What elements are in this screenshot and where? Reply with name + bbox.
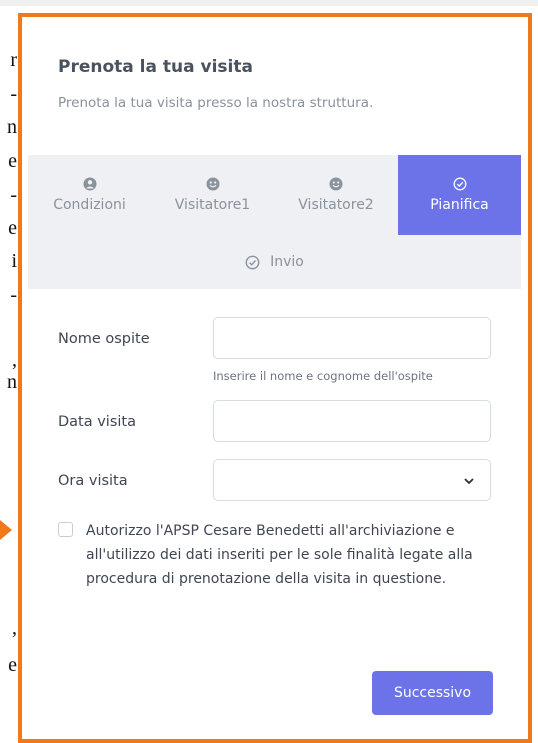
step-condizioni[interactable]: Condizioni: [28, 155, 151, 235]
background-text: i: [11, 250, 17, 272]
guest-name-input[interactable]: [213, 317, 491, 359]
background-text: -: [10, 284, 17, 306]
step-label: Visitatore2: [298, 197, 374, 213]
background-text: ,: [12, 349, 17, 371]
arrow-marker-icon: [0, 520, 12, 540]
wizard-steps: Condizioni Visitatore1 Visitatore2 Piani…: [28, 155, 521, 289]
modal-title: Prenota la tua visita: [58, 57, 253, 77]
background-text: -: [10, 184, 17, 206]
step-label: Visitatore1: [174, 197, 251, 213]
smile-icon: [329, 177, 343, 191]
background-text: r: [10, 49, 17, 71]
next-button[interactable]: Successivo: [372, 671, 493, 715]
background-text: n: [7, 371, 17, 393]
background-strip: [0, 0, 538, 6]
step-invio[interactable]: Invio: [28, 235, 521, 289]
background-text: n: [7, 116, 17, 138]
guest-name-hint: Inserire il nome e cognome dell'ospite: [213, 369, 433, 383]
consent-text: Autorizzo l'APSP Cesare Benedetti all'ar…: [86, 523, 473, 587]
visit-date-label: Data visita: [58, 414, 136, 430]
step-label: Invio: [270, 254, 304, 270]
check-circle-icon: [453, 177, 466, 191]
visit-time-select[interactable]: [213, 459, 491, 501]
background-text: e: [8, 150, 17, 172]
consent-checkbox[interactable]: [58, 522, 73, 537]
visit-time-label: Ora visita: [58, 473, 128, 489]
guest-name-label: Nome ospite: [58, 331, 150, 347]
step-visitatore2[interactable]: Visitatore2: [274, 155, 398, 235]
chevron-down-icon: [464, 478, 474, 485]
step-label: Pianifica: [430, 197, 489, 213]
step-pianifica[interactable]: Pianifica: [398, 155, 521, 235]
background-text: -: [10, 83, 17, 105]
modal-subtitle: Prenota la tua visita presso la nostra s…: [58, 95, 374, 111]
check-circle-icon: [245, 255, 260, 269]
smile-icon: [206, 177, 219, 191]
background-text: e: [8, 654, 17, 676]
visit-date-input[interactable]: [213, 400, 491, 442]
background-text: e: [8, 217, 17, 239]
step-visitatore1[interactable]: Visitatore1: [151, 155, 274, 235]
background-text: ,: [12, 617, 17, 639]
background-page: r - n e - e i - , n , e: [0, 0, 18, 738]
step-label: Condizioni: [53, 197, 126, 213]
booking-modal: Prenota la tua visita Prenota la tua vis…: [18, 13, 532, 743]
user-circle-icon: [83, 177, 96, 191]
